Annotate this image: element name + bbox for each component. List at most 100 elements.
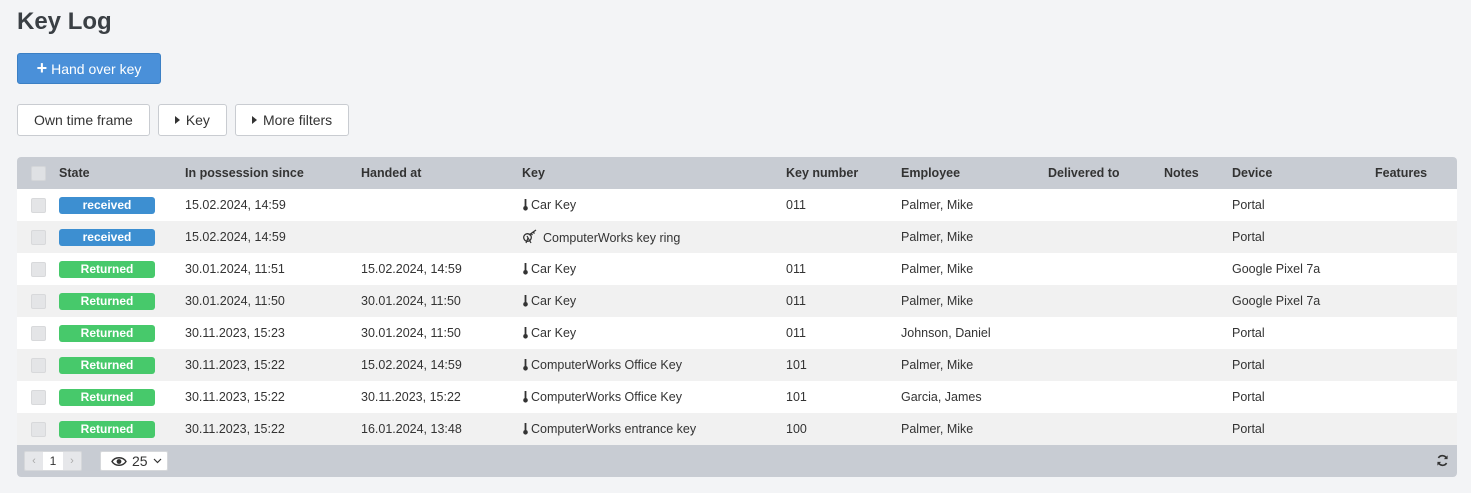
column-header[interactable]: Handed at: [361, 157, 522, 189]
notes-cell: [1164, 189, 1232, 221]
row-checkbox[interactable]: [30, 357, 46, 373]
device-cell: Portal: [1232, 349, 1375, 381]
column-header[interactable]: Key: [522, 157, 786, 189]
caret-right-icon: [251, 116, 257, 124]
features-cell: [1375, 381, 1457, 413]
caret-right-icon: [174, 116, 180, 124]
table-row[interactable]: Returned 30.11.2023, 15:22 30.11.2023, 15:…: [17, 381, 1457, 413]
features-cell: [1375, 221, 1457, 253]
device-cell: Portal: [1232, 189, 1375, 221]
since-cell: 15.02.2024, 14:59: [185, 221, 361, 253]
column-header[interactable]: Employee: [901, 157, 1048, 189]
features-cell: [1375, 189, 1457, 221]
key-text: Car Key: [531, 294, 577, 308]
key-text: Car Key: [531, 262, 577, 276]
column-header[interactable]: Delivered to: [1048, 157, 1164, 189]
device-text: Portal: [1232, 326, 1265, 340]
handed-cell: 30.11.2023, 15:22: [361, 381, 522, 413]
device-cell: Portal: [1232, 221, 1375, 253]
delivered-to-cell: [1048, 381, 1164, 413]
notes-cell: [1164, 413, 1232, 445]
state-cell: Returned: [59, 349, 185, 381]
employee-text: Palmer, Mike: [901, 422, 974, 436]
status-badge: Returned: [59, 324, 155, 342]
device-cell: Google Pixel 7a: [1232, 253, 1375, 285]
key-icon: [523, 199, 528, 211]
table-row[interactable]: received 15.02.2024, 14:59 ComputerWorks k…: [17, 221, 1457, 253]
employee-text: Johnson, Daniel: [901, 326, 991, 340]
row-select-cell: [17, 317, 59, 349]
table-row[interactable]: Returned 30.01.2024, 11:50 30.01.2024, 11:…: [17, 285, 1457, 317]
row-checkbox[interactable]: [30, 421, 46, 437]
page-size-select[interactable]: 25: [100, 451, 168, 471]
row-select-cell: [17, 413, 59, 445]
filter-0-button[interactable]: Own time frame: [17, 104, 150, 136]
status-badge: received: [59, 196, 155, 214]
key-number-text: 011: [786, 294, 806, 308]
key-cell: ComputerWorks Office Key: [522, 349, 786, 381]
employee-cell: Palmer, Mike: [901, 221, 1048, 253]
column-header[interactable]: State: [59, 157, 185, 189]
handed-cell: 30.01.2024, 11:50: [361, 317, 522, 349]
key-text: Car Key: [531, 326, 577, 340]
grid-footer: ‹ 1 › 25: [17, 445, 1457, 477]
column-header[interactable]: Device: [1232, 157, 1375, 189]
key-number-text: 100: [786, 422, 807, 436]
since-text: 15.02.2024, 14:59: [185, 230, 286, 244]
device-text: Portal: [1232, 198, 1265, 212]
row-select-cell: [17, 221, 59, 253]
refresh-icon[interactable]: [1436, 454, 1449, 467]
key-cell: Car Key: [522, 285, 786, 317]
device-cell: Google Pixel 7a: [1232, 285, 1375, 317]
row-checkbox[interactable]: [30, 389, 46, 405]
column-header[interactable]: In possession since: [185, 157, 361, 189]
page-title: Key Log: [17, 8, 112, 35]
prev-page-button[interactable]: ‹: [25, 452, 43, 470]
row-checkbox[interactable]: [30, 197, 46, 213]
employee-text: Garcia, James: [901, 390, 982, 404]
notes-cell: [1164, 349, 1232, 381]
table-row[interactable]: Returned 30.11.2023, 15:23 30.01.2024, 11:…: [17, 317, 1457, 349]
select-all-checkbox[interactable]: [30, 165, 46, 181]
device-text: Google Pixel 7a: [1232, 262, 1321, 276]
employee-cell: Johnson, Daniel: [901, 317, 1048, 349]
key-number-text: 101: [786, 390, 807, 404]
key-text: Car Key: [531, 198, 577, 212]
next-page-button[interactable]: ›: [63, 452, 81, 470]
delivered-to-cell: [1048, 413, 1164, 445]
hand-over-key-label: Hand over key: [51, 60, 142, 77]
key-cell: Car Key: [522, 253, 786, 285]
filter-bar: Own time frame Key More filters: [17, 104, 350, 136]
current-page[interactable]: 1: [43, 452, 63, 470]
row-select-cell: [17, 189, 59, 221]
key-cell: Car Key: [522, 189, 786, 221]
employee-text: Palmer, Mike: [901, 262, 974, 276]
column-header[interactable]: Key number: [786, 157, 901, 189]
state-cell: received: [59, 189, 185, 221]
device-text: Portal: [1232, 358, 1265, 372]
table-row[interactable]: Returned 30.11.2023, 15:22 15.02.2024, 14:…: [17, 349, 1457, 381]
table-row[interactable]: received 15.02.2024, 14:59 Car Key 011 Palme…: [17, 189, 1457, 221]
column-header[interactable]: Notes: [1164, 157, 1232, 189]
since-cell: 30.01.2024, 11:51: [185, 253, 361, 285]
row-checkbox[interactable]: [30, 261, 46, 277]
device-text: Google Pixel 7a: [1232, 294, 1321, 308]
key-number-cell: 011: [786, 189, 901, 221]
chevron-down-icon: [153, 458, 162, 464]
row-checkbox[interactable]: [30, 325, 46, 341]
table-row[interactable]: Returned 30.01.2024, 11:51 15.02.2024, 14:…: [17, 253, 1457, 285]
filter-label: More filters: [262, 112, 333, 128]
state-cell: Returned: [59, 413, 185, 445]
hand-over-key-button[interactable]: + Hand over key: [17, 53, 161, 84]
filter-2-button[interactable]: More filters: [234, 104, 350, 136]
filter-1-button[interactable]: Key: [157, 104, 227, 136]
table-row[interactable]: Returned 30.11.2023, 15:22 16.01.2024, 13:…: [17, 413, 1457, 445]
column-header[interactable]: Features: [1375, 157, 1457, 189]
notes-cell: [1164, 221, 1232, 253]
key-cell: Car Key: [522, 317, 786, 349]
row-checkbox[interactable]: [30, 293, 46, 309]
row-checkbox[interactable]: [30, 229, 46, 245]
key-number-text: 011: [786, 262, 806, 276]
status-badge: Returned: [59, 420, 155, 438]
handed-text: 30.01.2024, 11:50: [361, 294, 461, 308]
